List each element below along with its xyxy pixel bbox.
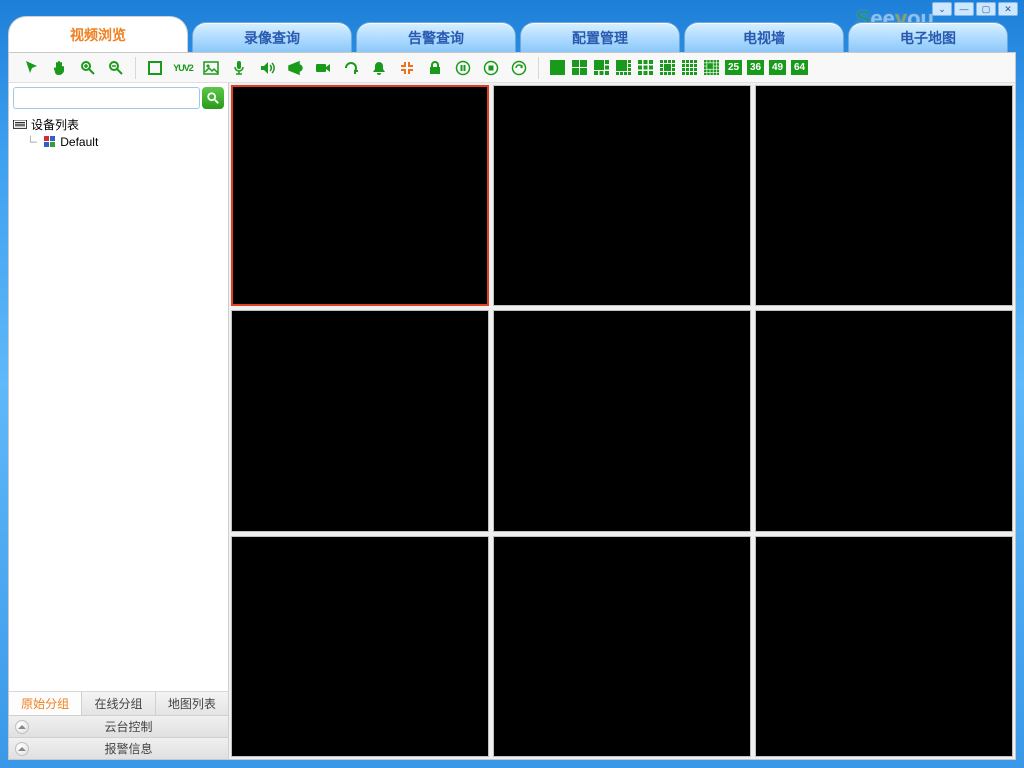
video-cell-2[interactable] xyxy=(493,85,751,306)
sidebar-tab-maps[interactable]: 地图列表 xyxy=(156,692,228,715)
minimize-button[interactable]: — xyxy=(954,2,974,16)
layout-1-button[interactable] xyxy=(549,59,566,76)
video-cell-6[interactable] xyxy=(755,310,1013,531)
window-options-button[interactable]: ⌄ xyxy=(932,2,952,16)
tree-root[interactable]: 设备列表 xyxy=(13,115,224,134)
toolbar: YUV2 25 36 49 64 xyxy=(9,53,1015,83)
toolbar-group-media: YUV2 xyxy=(138,59,536,77)
layout-25-button[interactable]: 25 xyxy=(725,60,742,75)
video-cell-1[interactable] xyxy=(231,85,489,306)
sequence-icon[interactable] xyxy=(510,59,528,77)
pause-icon[interactable] xyxy=(454,59,472,77)
layout-49-button[interactable]: 49 xyxy=(769,60,786,75)
layout-6-button[interactable] xyxy=(593,59,610,76)
video-grid xyxy=(229,83,1015,759)
expand-icon xyxy=(15,720,29,734)
pointer-icon[interactable] xyxy=(23,59,41,77)
ptz-panel-header[interactable]: 云台控制 xyxy=(9,715,228,737)
sidebar-tab-online[interactable]: 在线分组 xyxy=(82,692,155,715)
toolbar-group-layout: 25 36 49 64 xyxy=(541,59,816,76)
sidebar-tabs: 原始分组 在线分组 地图列表 xyxy=(9,691,228,715)
tab-video-browse[interactable]: 视频浏览 xyxy=(8,16,188,52)
yuv2-icon[interactable]: YUV2 xyxy=(174,59,192,77)
hand-icon[interactable] xyxy=(51,59,69,77)
toolbar-sep xyxy=(538,57,539,79)
tab-record-query[interactable]: 录像查询 xyxy=(192,22,352,52)
ptz-panel-label: 云台控制 xyxy=(35,718,222,735)
search-button[interactable] xyxy=(202,87,224,109)
content-area: YUV2 25 36 49 64 xyxy=(8,52,1016,760)
image-icon[interactable] xyxy=(202,59,220,77)
sidebar: 设备列表 └╴ Default 原始分组 在线分组 地图列表 云台控制 报警信息 xyxy=(9,83,229,759)
tree-connector: └╴ xyxy=(27,136,40,149)
host-icon xyxy=(44,136,56,148)
fullscreen-exit-icon[interactable] xyxy=(398,59,416,77)
tab-config[interactable]: 配置管理 xyxy=(520,22,680,52)
layout-36-button[interactable]: 36 xyxy=(747,60,764,75)
tab-emap[interactable]: 电子地图 xyxy=(848,22,1008,52)
video-cell-3[interactable] xyxy=(755,85,1013,306)
layout-64-button[interactable]: 64 xyxy=(791,60,808,75)
layout-16-button[interactable] xyxy=(681,59,698,76)
window-controls: ⌄ — ▢ ✕ xyxy=(932,2,1018,16)
audio-icon[interactable] xyxy=(258,59,276,77)
sidebar-tab-original[interactable]: 原始分组 xyxy=(9,692,82,715)
tree-root-label: 设备列表 xyxy=(31,116,79,133)
toolbar-group-nav xyxy=(15,59,133,77)
layout-13-button[interactable] xyxy=(659,59,676,76)
video-cell-4[interactable] xyxy=(231,310,489,531)
tree-item-default[interactable]: └╴ Default xyxy=(13,134,224,150)
video-cell-9[interactable] xyxy=(755,536,1013,757)
expand-icon xyxy=(15,742,29,756)
zoom-in-icon[interactable] xyxy=(79,59,97,77)
search-input[interactable] xyxy=(13,87,200,109)
tree-item-label: Default xyxy=(60,135,98,149)
layout-9-button[interactable] xyxy=(637,59,654,76)
maximize-button[interactable]: ▢ xyxy=(976,2,996,16)
close-button[interactable]: ✕ xyxy=(998,2,1018,16)
zoom-out-icon[interactable] xyxy=(107,59,125,77)
lock-icon[interactable] xyxy=(426,59,444,77)
layout-4-button[interactable] xyxy=(571,59,588,76)
record-icon[interactable] xyxy=(314,59,332,77)
stop-icon[interactable] xyxy=(482,59,500,77)
tab-alarm-query[interactable]: 告警查询 xyxy=(356,22,516,52)
broadcast-icon[interactable] xyxy=(286,59,304,77)
toolbar-sep xyxy=(135,57,136,79)
alarm-panel-header[interactable]: 报警信息 xyxy=(9,737,228,759)
device-tree[interactable]: 设备列表 └╴ Default xyxy=(9,113,228,691)
nav-tabs: 视频浏览 录像查询 告警查询 配置管理 电视墙 电子地图 xyxy=(8,16,1016,52)
video-cell-5[interactable] xyxy=(493,310,751,531)
alarm-icon[interactable] xyxy=(370,59,388,77)
refresh-icon[interactable] xyxy=(342,59,360,77)
device-list-icon xyxy=(13,120,27,130)
mic-icon[interactable] xyxy=(230,59,248,77)
layout-8-button[interactable] xyxy=(615,59,632,76)
layout-20-button[interactable] xyxy=(703,59,720,76)
video-cell-8[interactable] xyxy=(493,536,751,757)
alarm-panel-label: 报警信息 xyxy=(35,740,222,757)
tab-tvwall[interactable]: 电视墙 xyxy=(684,22,844,52)
video-cell-7[interactable] xyxy=(231,536,489,757)
frame-icon[interactable] xyxy=(146,59,164,77)
